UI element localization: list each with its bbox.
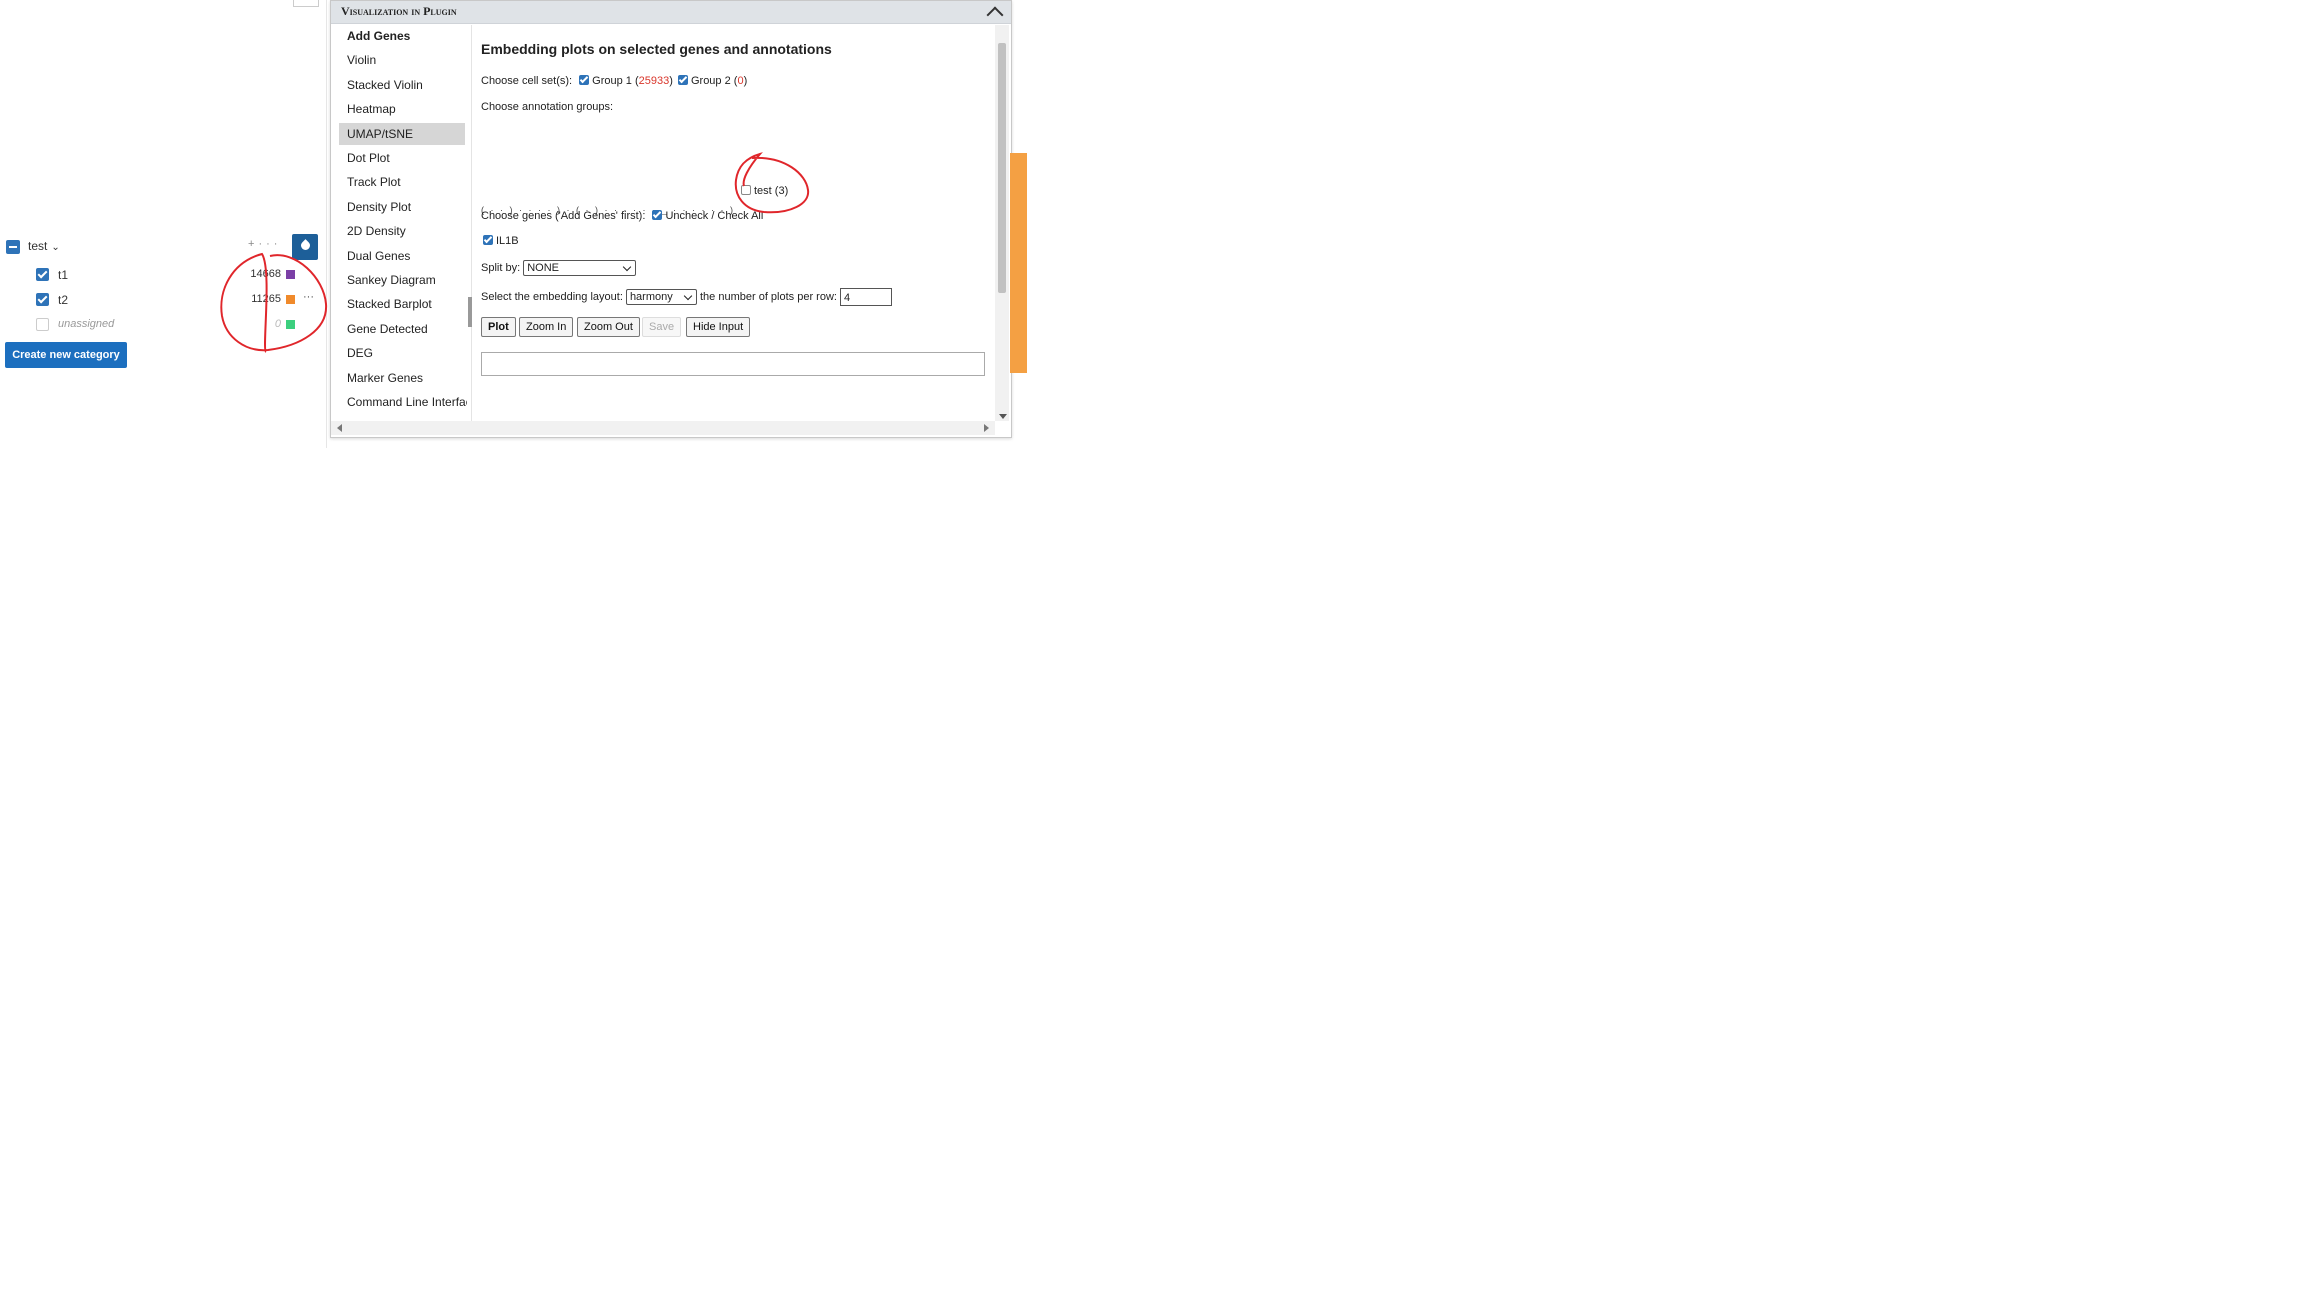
annotation-circle-test [734, 152, 810, 214]
annotation-circle-counts [220, 252, 328, 353]
annotation-overlay [220, 152, 810, 353]
